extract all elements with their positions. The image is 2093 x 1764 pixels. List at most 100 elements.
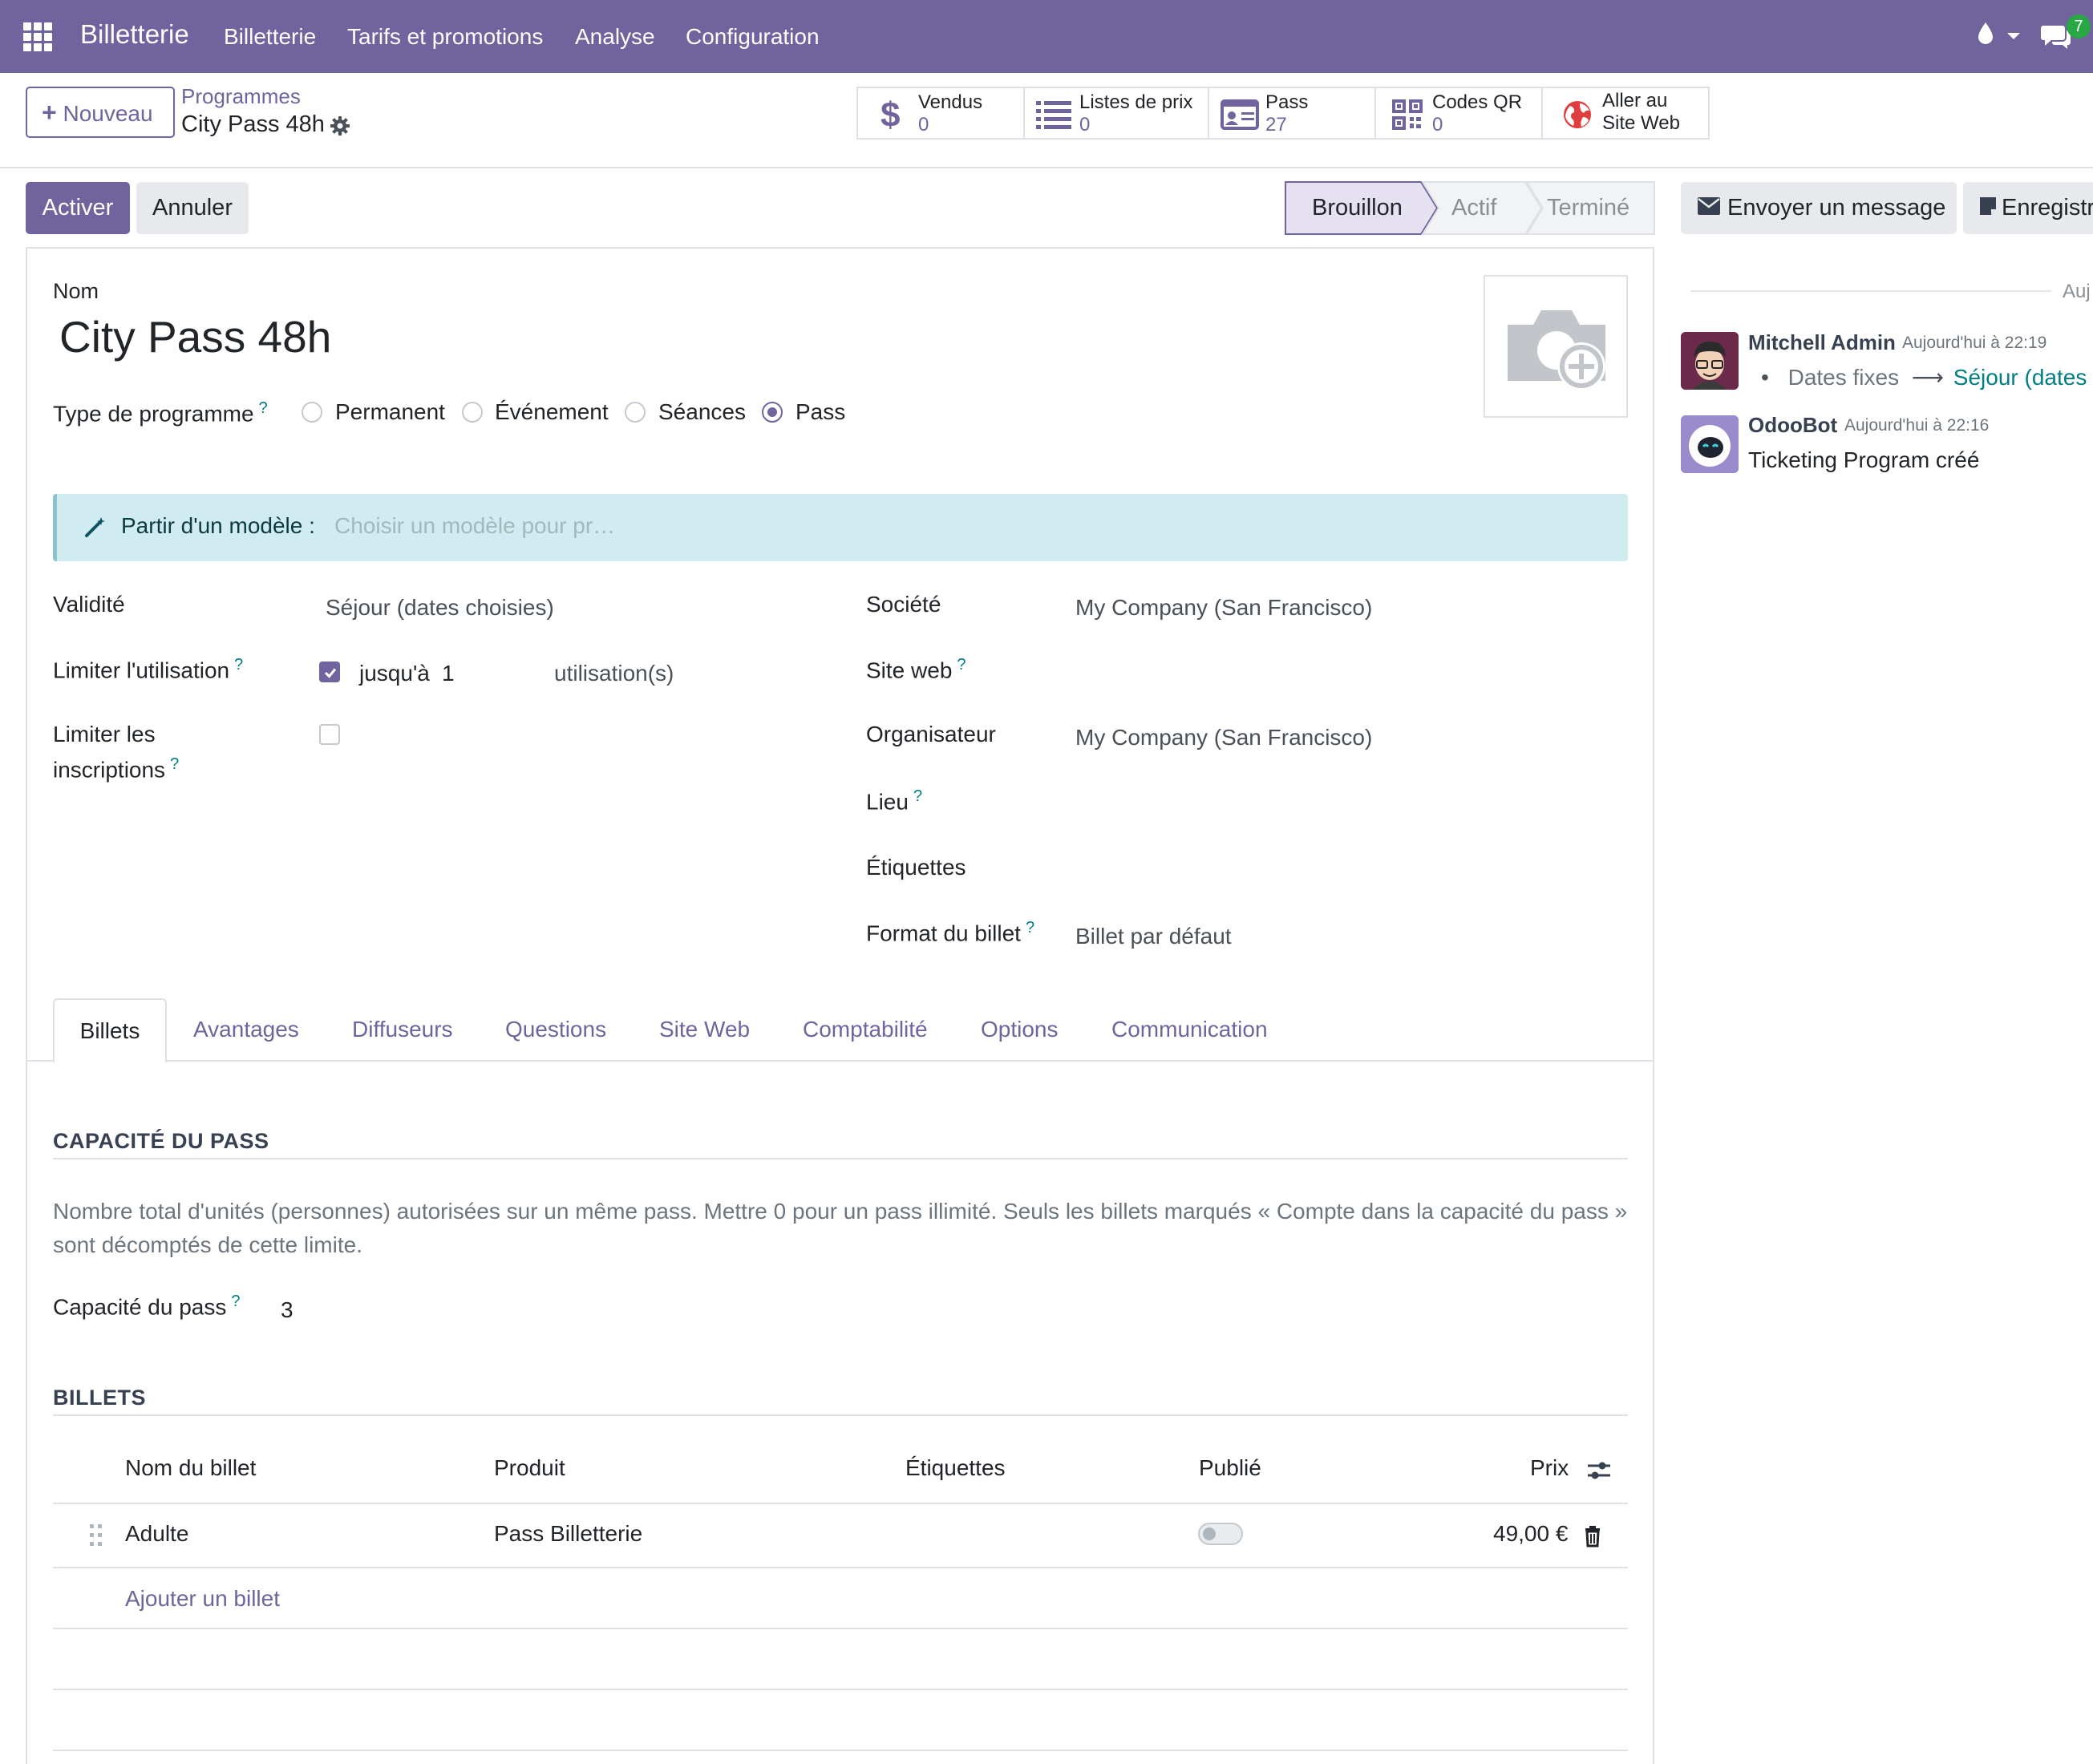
radio-label-evenement[interactable]: Événement xyxy=(495,399,609,425)
radio-seances[interactable] xyxy=(625,402,646,423)
template-label: Partir d'un modèle : xyxy=(121,513,315,538)
app-menu-grid-icon[interactable] xyxy=(23,22,52,51)
organizer-select[interactable]: My Company (San Francisco) xyxy=(1075,725,1372,751)
optional-columns-icon[interactable] xyxy=(1586,1459,1612,1486)
tab-options[interactable]: Options xyxy=(981,998,1059,1062)
ticket-name-cell[interactable]: Adulte xyxy=(125,1521,188,1547)
limit-usage-label: Limiter l'utilisation? xyxy=(53,656,244,683)
limit-usage-prefix: jusqu'à xyxy=(359,661,430,686)
smart-button-value: 0 xyxy=(918,114,929,136)
app-name[interactable]: Billetterie xyxy=(80,19,189,50)
add-ticket-link[interactable]: Ajouter un billet xyxy=(125,1586,280,1612)
pass-capacity-title: CAPACITÉ DU PASS xyxy=(53,1129,269,1153)
new-button[interactable]: + Nouveau xyxy=(26,87,175,138)
pass-capacity-input[interactable]: 3 xyxy=(281,1297,294,1323)
column-published[interactable]: Publié xyxy=(1199,1455,1261,1481)
tab-comptabilite[interactable]: Comptabilité xyxy=(803,998,928,1062)
smart-button-website[interactable]: Aller au Site Web xyxy=(1541,87,1710,140)
smart-button-qrcodes[interactable]: Codes QR 0 xyxy=(1374,87,1543,140)
limit-usage-checkbox[interactable] xyxy=(319,662,340,682)
pass-capacity-label: Capacité du pass? xyxy=(53,1293,241,1320)
note-icon xyxy=(1979,183,1997,234)
list-icon xyxy=(1036,99,1071,134)
template-select[interactable]: Choisir un modèle pour pr… xyxy=(334,513,615,539)
top-navbar: Billetterie Billetterie Tarifs et promot… xyxy=(0,0,2093,73)
message-time: Aujourd'hui à 22:19 xyxy=(1902,334,2047,352)
smart-button-value: 0 xyxy=(1432,114,1443,136)
radio-label-pass[interactable]: Pass xyxy=(796,399,845,425)
log-note-button[interactable]: Enregistr xyxy=(1963,182,2093,234)
column-ticket-name[interactable]: Nom du billet xyxy=(125,1455,256,1481)
validity-label: Validité xyxy=(53,592,125,617)
stage-actif[interactable]: Actif xyxy=(1451,182,1496,234)
radio-evenement[interactable] xyxy=(462,402,483,423)
validity-select[interactable]: Séjour (dates choisies) xyxy=(326,595,554,621)
envelope-icon xyxy=(1697,183,1721,235)
column-tags[interactable]: Étiquettes xyxy=(905,1455,1006,1481)
section-divider xyxy=(53,1158,1628,1159)
program-type-label: Type de programme? xyxy=(53,399,268,427)
column-product[interactable]: Produit xyxy=(494,1455,565,1481)
breadcrumb-parent[interactable]: Programmes xyxy=(181,84,301,109)
avatar-odoobot[interactable] xyxy=(1681,415,1739,473)
company-label: Société xyxy=(866,592,941,617)
pass-capacity-help: Nombre total d'unités (personnes) autori… xyxy=(53,1195,1633,1262)
row-divider xyxy=(53,1689,1628,1690)
drag-handle-icon[interactable] xyxy=(88,1523,104,1548)
radio-pass[interactable] xyxy=(762,402,783,423)
ticket-price-cell[interactable]: 49,00 € xyxy=(1493,1521,1568,1547)
message-author[interactable]: OdooBot xyxy=(1748,413,1837,438)
avatar-mitchell-admin[interactable] xyxy=(1681,332,1739,390)
send-message-button[interactable]: Envoyer un message xyxy=(1681,182,1957,234)
trash-icon[interactable] xyxy=(1583,1525,1602,1548)
menu-analyse[interactable]: Analyse xyxy=(575,24,655,50)
limit-usage-input[interactable]: 1 xyxy=(442,661,455,686)
debug-drop-icon[interactable] xyxy=(1976,21,1995,51)
tab-billets[interactable]: Billets xyxy=(53,998,167,1063)
image-upload[interactable] xyxy=(1484,275,1628,418)
qrcode-icon xyxy=(1392,99,1423,134)
stage-brouillon[interactable]: Brouillon xyxy=(1312,182,1403,234)
message-body: Ticketing Program créé xyxy=(1748,447,1980,472)
smart-button-sold[interactable]: $ Vendus 0 xyxy=(856,87,1025,140)
tab-site-web[interactable]: Site Web xyxy=(659,998,750,1062)
bullet: • xyxy=(1761,365,1769,390)
id-card-icon xyxy=(1221,99,1259,134)
breadcrumb-current: City Pass 48h xyxy=(181,111,325,137)
globe-icon xyxy=(1562,99,1593,134)
tracking-value-change: • Dates fixes ⟶ Séjour (dates xyxy=(1761,364,2087,390)
name-input[interactable]: City Pass 48h xyxy=(59,311,331,362)
radio-label-seances[interactable]: Séances xyxy=(658,399,746,425)
control-panel: + Nouveau Programmes City Pass 48h $ Ven… xyxy=(0,73,2093,168)
messages-badge: 7 xyxy=(2067,14,2091,38)
gear-icon[interactable] xyxy=(329,115,351,141)
menu-billetterie[interactable]: Billetterie xyxy=(224,24,316,50)
section-divider xyxy=(53,1414,1628,1416)
activate-button[interactable]: Activer xyxy=(26,182,130,234)
camera-plus-icon xyxy=(1508,310,1605,390)
tab-communication[interactable]: Communication xyxy=(1111,998,1268,1062)
tickets-title: BILLETS xyxy=(53,1386,146,1410)
cancel-button[interactable]: Annuler xyxy=(136,182,249,234)
smart-button-pass[interactable]: Pass 27 xyxy=(1208,87,1376,140)
tab-avantages[interactable]: Avantages xyxy=(193,998,299,1062)
company-select[interactable]: My Company (San Francisco) xyxy=(1075,595,1372,621)
ticket-product-cell[interactable]: Pass Billetterie xyxy=(494,1521,642,1547)
limit-registrations-checkbox[interactable] xyxy=(319,724,340,745)
name-label: Nom xyxy=(53,279,99,303)
chevron-down-icon[interactable] xyxy=(2006,30,2021,45)
tab-diffuseurs[interactable]: Diffuseurs xyxy=(352,998,453,1062)
published-toggle[interactable] xyxy=(1198,1523,1243,1545)
menu-tarifs-promotions[interactable]: Tarifs et promotions xyxy=(347,24,543,50)
message-author[interactable]: Mitchell Admin xyxy=(1748,330,1896,355)
menu-configuration[interactable]: Configuration xyxy=(686,24,820,50)
check-icon xyxy=(324,668,337,678)
tracking-new-value: Séjour (dates xyxy=(1953,365,2087,390)
tab-questions[interactable]: Questions xyxy=(505,998,606,1062)
column-price[interactable]: Prix xyxy=(1530,1455,1569,1481)
radio-label-permanent[interactable]: Permanent xyxy=(335,399,445,425)
radio-permanent[interactable] xyxy=(302,402,322,423)
ticket-format-select[interactable]: Billet par défaut xyxy=(1075,924,1232,949)
stage-termine[interactable]: Terminé xyxy=(1547,182,1629,234)
smart-button-pricelists[interactable]: Listes de prix 0 xyxy=(1023,87,1209,140)
